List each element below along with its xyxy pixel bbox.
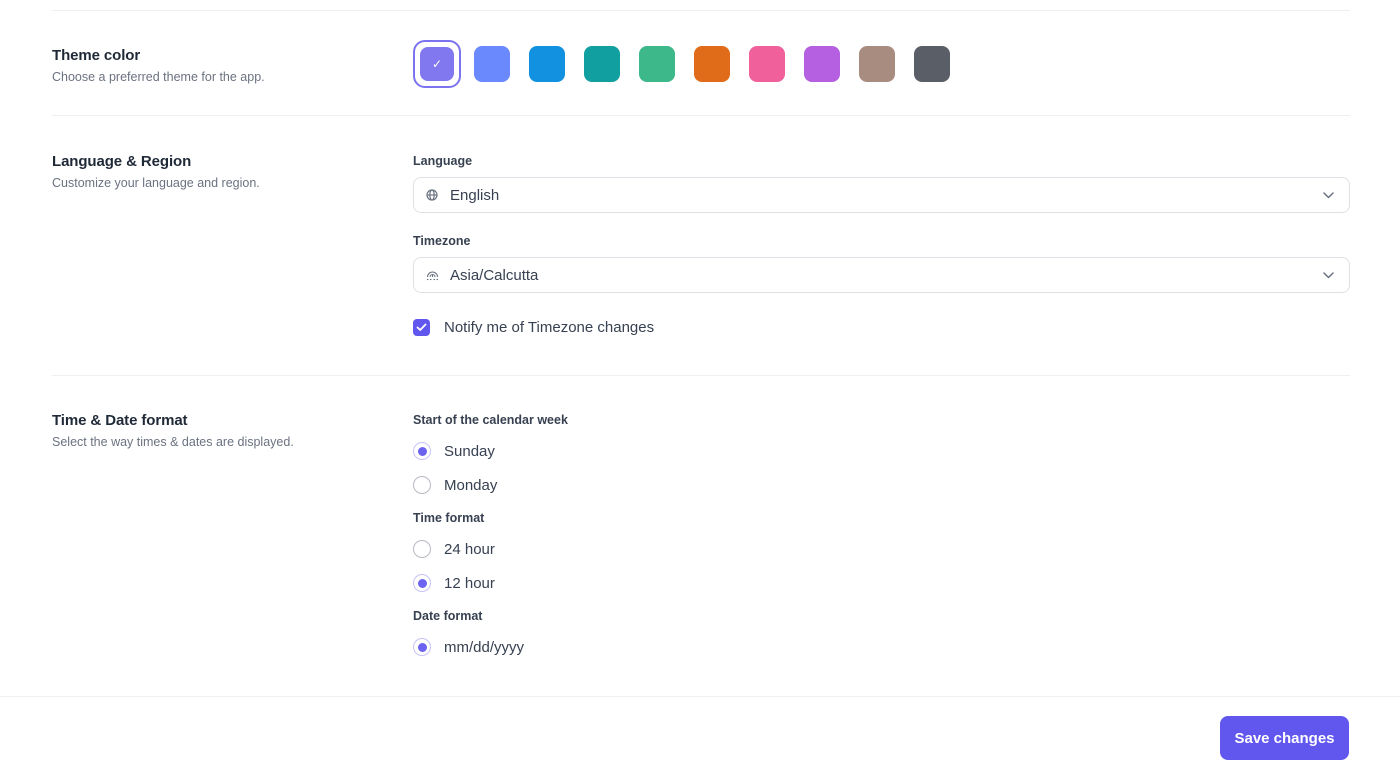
theme-swatch-group: ✓: [413, 40, 1350, 88]
divider: [52, 375, 1350, 376]
save-changes-button[interactable]: Save changes: [1220, 716, 1349, 760]
swatch-color: [584, 46, 620, 82]
swatch-color: ✓: [420, 47, 454, 81]
language-select[interactable]: English: [413, 177, 1350, 213]
divider: [52, 115, 1350, 116]
language-region-fields: Language English Timezone Asia/Calcutta: [413, 154, 1350, 336]
theme-swatch-sky[interactable]: [523, 40, 571, 88]
language-region-section: Language & Region Customize your languag…: [52, 153, 1350, 336]
week-start-radio-group: Sunday Monday: [413, 434, 1350, 502]
swatch-color: [859, 46, 895, 82]
radio-label: 24 hour: [444, 540, 495, 558]
footer-bar: Save changes: [0, 696, 1400, 770]
swatch-color: [474, 46, 510, 82]
radio-button[interactable]: [413, 638, 431, 656]
timezone-icon: [426, 269, 444, 281]
theme-swatch-indigo[interactable]: ✓: [413, 40, 461, 88]
chevron-down-icon: [1321, 271, 1335, 279]
radio-option[interactable]: mm/dd/yyyy: [413, 630, 1350, 664]
theme-section: Theme color Choose a preferred theme for…: [52, 40, 1350, 88]
notify-label: Notify me of Timezone changes: [444, 319, 655, 336]
swatch-color: [694, 46, 730, 82]
theme-swatch-taupe[interactable]: [853, 40, 901, 88]
notify-timezone-option[interactable]: Notify me of Timezone changes: [413, 319, 1350, 336]
timezone-select[interactable]: Asia/Calcutta: [413, 257, 1350, 293]
radio-option[interactable]: 24 hour: [413, 532, 1350, 566]
divider: [52, 10, 1350, 11]
radio-label: mm/dd/yyyy: [444, 638, 525, 656]
radio-option[interactable]: Monday: [413, 468, 1350, 502]
radio-option[interactable]: 12 hour: [413, 566, 1350, 600]
theme-swatch-slate[interactable]: [908, 40, 956, 88]
swatch-color: [914, 46, 950, 82]
settings-page: Theme color Choose a preferred theme for…: [0, 0, 1400, 770]
time-format-label: Time format: [413, 511, 485, 525]
theme-swatch-pink[interactable]: [743, 40, 791, 88]
radio-label: 12 hour: [444, 574, 495, 592]
theme-swatch-green[interactable]: [633, 40, 681, 88]
time-format-radio-group: 24 hour 12 hour: [413, 532, 1350, 600]
notify-checkbox[interactable]: [413, 319, 430, 336]
chevron-down-icon: [1321, 191, 1335, 199]
language-label: Language: [413, 154, 473, 168]
date-format-radio-group: mm/dd/yyyy: [413, 630, 1350, 664]
radio-option[interactable]: Sunday: [413, 434, 1350, 468]
timezone-label: Timezone: [413, 234, 471, 248]
theme-swatch-orange[interactable]: [688, 40, 736, 88]
swatch-color: [749, 46, 785, 82]
swatch-color: [804, 46, 840, 82]
swatch-color: [639, 46, 675, 82]
date-format-label: Date format: [413, 609, 483, 623]
check-icon: ✓: [431, 57, 443, 71]
radio-button[interactable]: [413, 442, 431, 460]
timezone-value: Asia/Calcutta: [450, 266, 539, 284]
radio-label: Monday: [444, 476, 498, 494]
radio-button[interactable]: [413, 540, 431, 558]
time-date-fields: Start of the calendar week Sunday Monday …: [413, 413, 1350, 664]
swatch-list: ✓: [413, 40, 1350, 88]
globe-icon: [426, 189, 444, 201]
time-date-section: Time & Date format Select the way times …: [52, 412, 1350, 656]
week-start-label: Start of the calendar week: [413, 413, 568, 427]
radio-button[interactable]: [413, 574, 431, 592]
language-value: English: [450, 186, 500, 204]
theme-swatch-purple[interactable]: [798, 40, 846, 88]
theme-swatch-teal[interactable]: [578, 40, 626, 88]
radio-button[interactable]: [413, 476, 431, 494]
radio-label: Sunday: [444, 442, 495, 460]
swatch-color: [529, 46, 565, 82]
theme-swatch-blue[interactable]: [468, 40, 516, 88]
